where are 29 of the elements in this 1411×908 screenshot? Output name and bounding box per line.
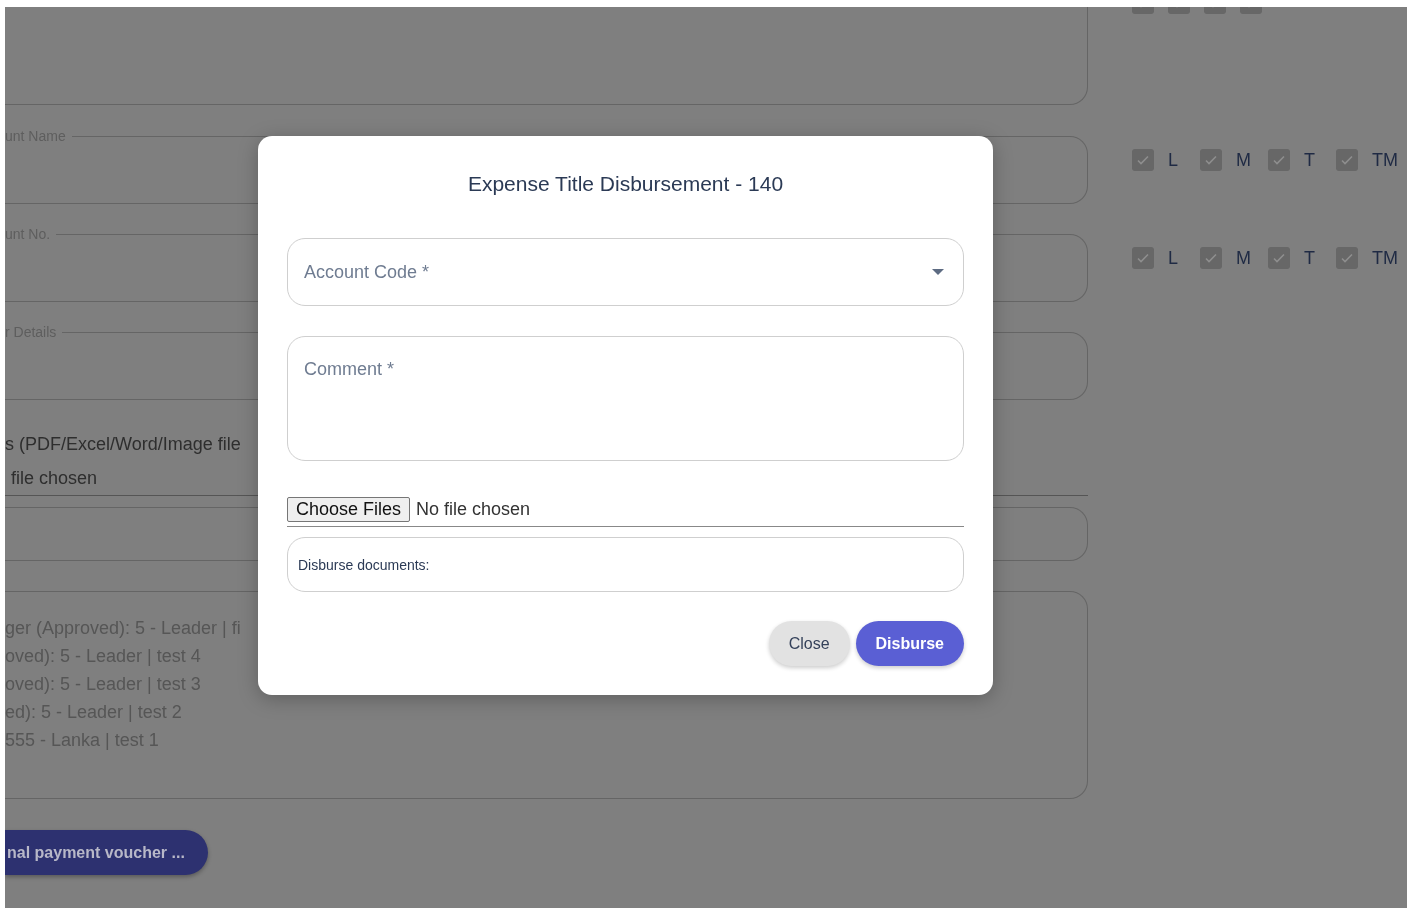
checkbox-label: T: [1304, 247, 1316, 269]
checkbox-label: TM: [1372, 247, 1398, 269]
checkbox-label: L: [1168, 149, 1179, 171]
voucher-button[interactable]: nal payment voucher ...: [5, 830, 208, 875]
checkbox-label: T: [1304, 149, 1316, 171]
checkbox[interactable]: [1132, 247, 1154, 269]
disburse-button[interactable]: Disburse: [855, 621, 964, 666]
file-status: file chosen: [10, 467, 99, 490]
caret-icon: [932, 269, 944, 275]
close-button[interactable]: Close: [768, 621, 850, 666]
checkbox[interactable]: [1336, 149, 1358, 171]
checkbox[interactable]: [1200, 149, 1222, 171]
checkbox[interactable]: [1132, 149, 1154, 171]
checkbox[interactable]: [1200, 247, 1222, 269]
checkbox-label: M: [1236, 247, 1252, 269]
checkbox[interactable]: [1336, 247, 1358, 269]
dialog-title: Expense Title Disbursement - 140: [467, 172, 784, 196]
upload-label: s (PDF/Excel/Word/Image file: [5, 433, 242, 456]
text-field[interactable]: [5, 7, 1088, 105]
comment-field[interactable]: Comment *: [287, 336, 964, 461]
documents-label: Disburse documents:: [298, 556, 430, 573]
checkbox[interactable]: [1268, 247, 1290, 269]
account-code-select[interactable]: Account Code *: [287, 238, 964, 306]
checkbox-label: M: [1236, 149, 1252, 171]
choose-files-button[interactable]: Choose Files: [287, 497, 411, 522]
checkbox-label: TM: [1372, 149, 1398, 171]
checkbox-label: L: [1168, 247, 1179, 269]
file-status: No file chosen: [416, 499, 531, 520]
checkbox[interactable]: [1268, 149, 1290, 171]
